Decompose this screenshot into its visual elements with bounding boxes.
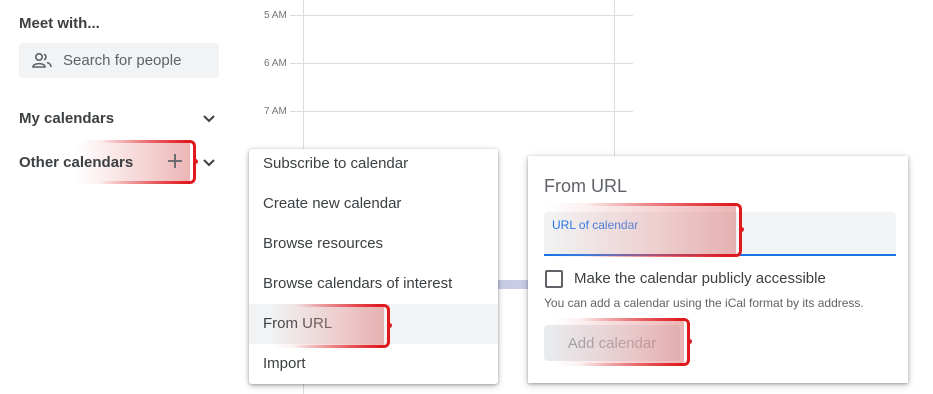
search-people-placeholder: Search for people — [63, 52, 182, 69]
time-label: 7 AM — [264, 106, 287, 117]
ical-hint-text: You can add a calendar using the iCal fo… — [544, 296, 864, 310]
menu-item-from-url[interactable]: From URL — [249, 304, 498, 344]
url-of-calendar-field[interactable]: URL of calendar — [544, 212, 896, 256]
search-people-input[interactable]: Search for people — [19, 43, 219, 78]
add-calendar-button[interactable]: Add calendar — [544, 325, 680, 361]
time-label: 6 AM — [264, 58, 287, 69]
panel-title: From URL — [544, 176, 628, 196]
chevron-down-icon[interactable] — [202, 158, 216, 168]
calendar-event-block[interactable] — [498, 280, 530, 289]
time-label: 5 AM — [264, 10, 287, 21]
add-other-calendars-icon[interactable] — [166, 152, 184, 170]
menu-item-browse-interest[interactable]: Browse calendars of interest — [249, 264, 498, 304]
from-url-panel: From URL URL of calendar Make the calend… — [528, 156, 908, 383]
my-calendars-label[interactable]: My calendars — [19, 110, 114, 127]
public-access-checkbox[interactable] — [545, 270, 563, 288]
grid-line — [290, 111, 633, 112]
menu-item-browse-resources[interactable]: Browse resources — [249, 224, 498, 264]
grid-column-line — [614, 0, 615, 156]
meet-with-title: Meet with... — [19, 15, 100, 32]
url-field-label: URL of calendar — [552, 218, 639, 232]
menu-item-subscribe[interactable]: Subscribe to calendar — [249, 144, 498, 184]
chevron-down-icon[interactable] — [202, 114, 216, 124]
public-access-label[interactable]: Make the calendar publicly accessible — [574, 270, 826, 287]
grid-line — [290, 15, 633, 16]
people-icon — [32, 52, 52, 68]
other-calendars-label[interactable]: Other calendars — [19, 154, 133, 171]
grid-line — [290, 63, 633, 64]
menu-item-import[interactable]: Import — [249, 344, 498, 384]
menu-item-create-new[interactable]: Create new calendar — [249, 184, 498, 224]
add-calendar-menu: Subscribe to calendar Create new calenda… — [249, 149, 498, 384]
